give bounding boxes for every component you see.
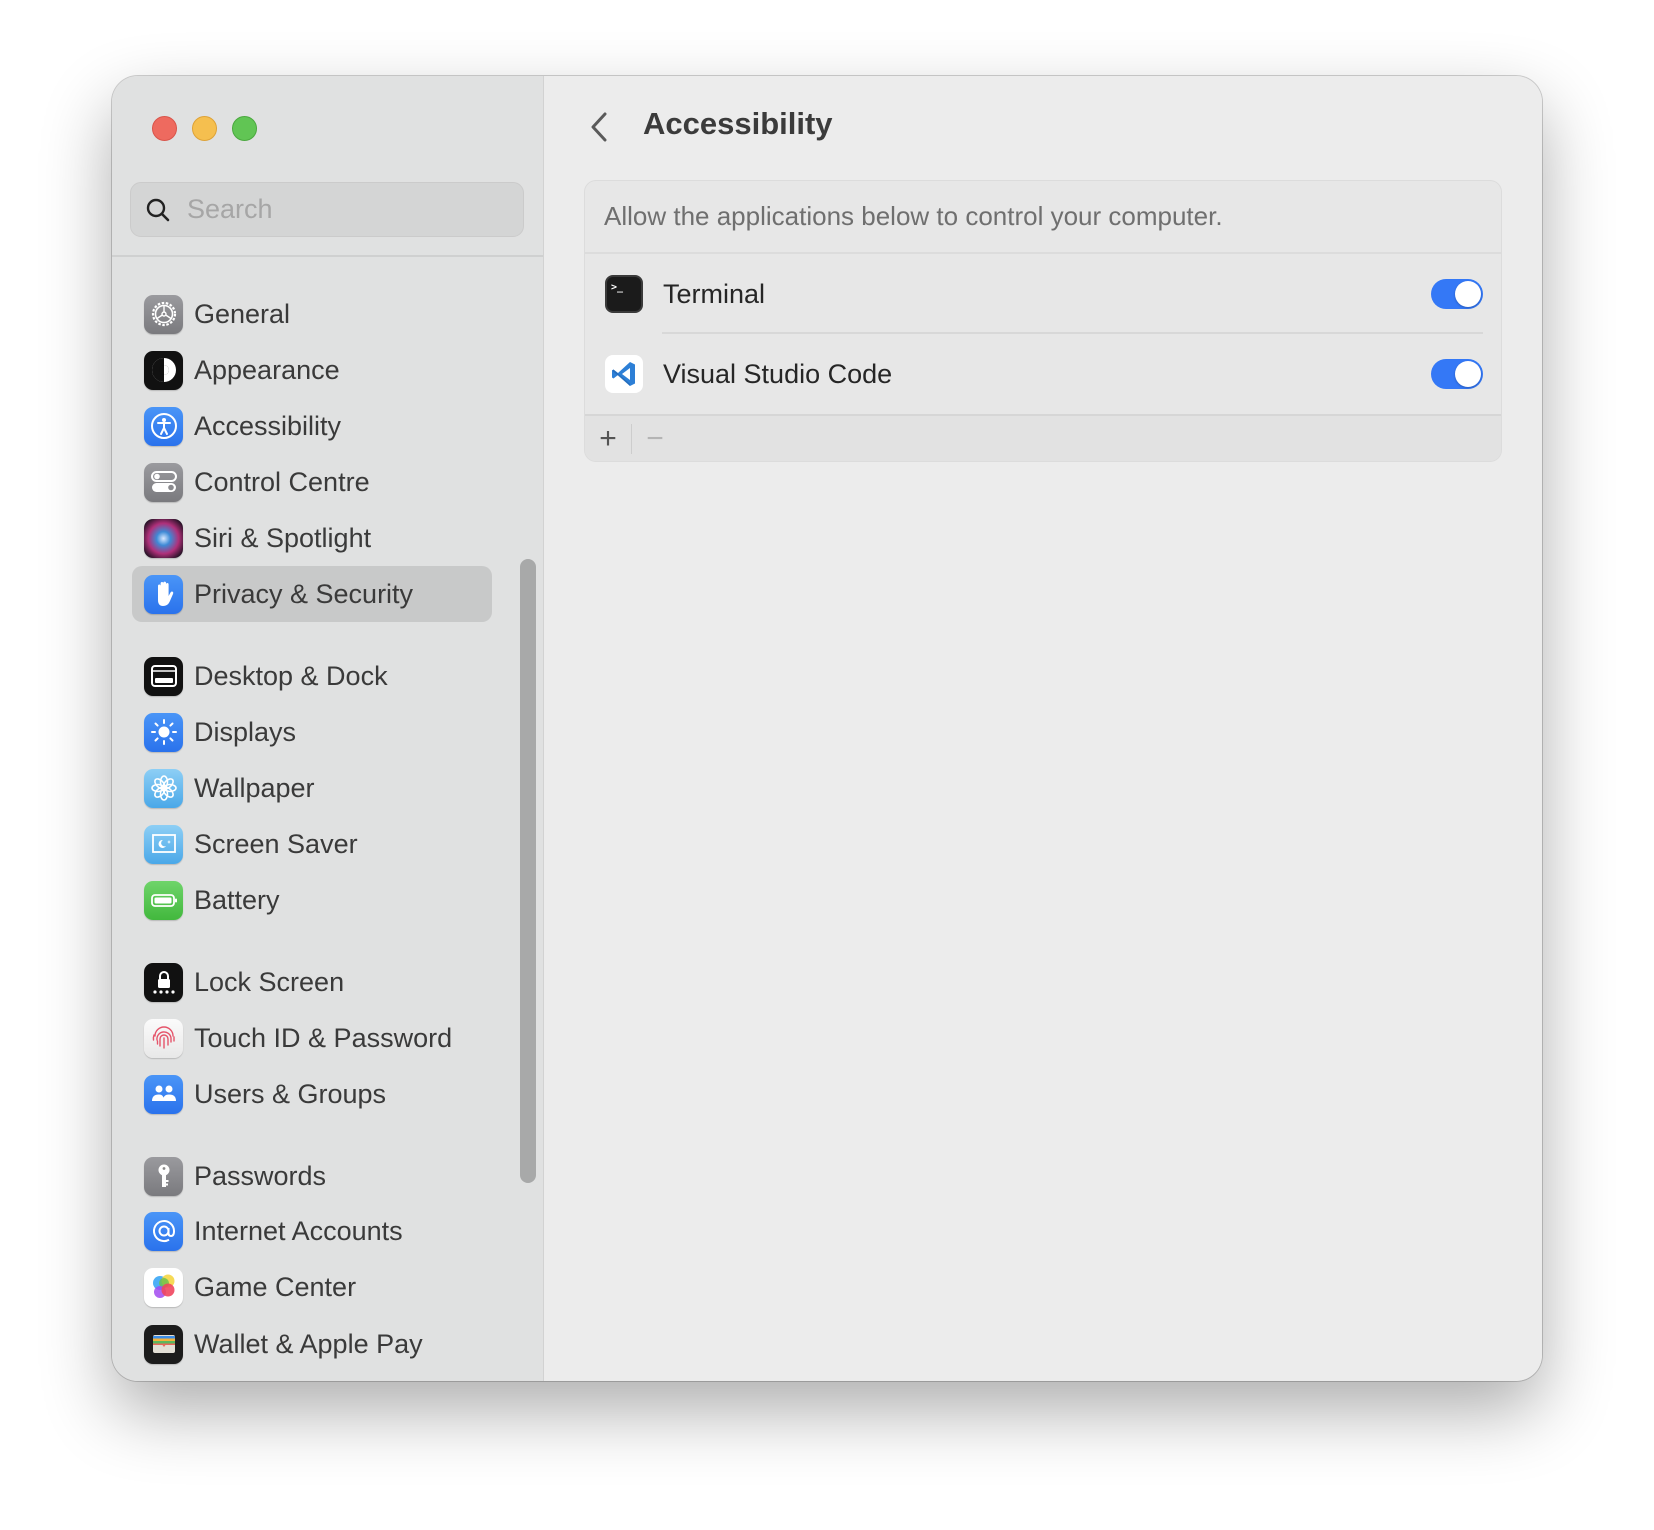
- flower-icon: [144, 768, 183, 808]
- sidebar-item-touch-id[interactable]: Touch ID & Password: [132, 1010, 492, 1066]
- sidebar-item-privacy-security[interactable]: Privacy & Security: [132, 566, 492, 622]
- sidebar-item-control-centre[interactable]: Control Centre: [132, 454, 492, 510]
- search-input[interactable]: [185, 193, 509, 226]
- app-name: Visual Studio Code: [663, 358, 893, 389]
- terminal-access-toggle[interactable]: [1431, 279, 1483, 309]
- close-button[interactable]: [152, 116, 177, 141]
- sidebar-item-label: Touch ID & Password: [194, 1022, 453, 1053]
- hand-icon: [144, 574, 183, 614]
- sidebar-item-label: Screen Saver: [194, 828, 358, 859]
- appearance-icon: [144, 350, 183, 390]
- sidebar-item-internet-accounts[interactable]: Internet Accounts: [132, 1203, 492, 1259]
- sidebar-item-screen-saver[interactable]: Screen Saver: [132, 816, 492, 872]
- sidebar-item-label: Control Centre: [194, 466, 370, 497]
- app-row-terminal: >_ Terminal: [585, 254, 1501, 334]
- sidebar-item-passwords[interactable]: Passwords: [132, 1148, 492, 1204]
- sidebar-item-label: Internet Accounts: [194, 1215, 403, 1246]
- sidebar-item-label: Appearance: [194, 354, 340, 385]
- sidebar-item-label: Lock Screen: [194, 966, 345, 997]
- sidebar-item-label: Siri & Spotlight: [194, 522, 372, 553]
- app-name: Terminal: [663, 278, 766, 309]
- wallet-icon: [144, 1324, 183, 1364]
- sun-icon: [144, 712, 183, 752]
- fingerprint-icon: [144, 1018, 183, 1058]
- dock-icon: [144, 656, 183, 696]
- screensaver-icon: [144, 824, 183, 864]
- sidebar-item-wallpaper[interactable]: Wallpaper: [132, 760, 492, 816]
- sidebar-item-accessibility[interactable]: Accessibility: [132, 398, 492, 454]
- siri-icon: [144, 518, 183, 558]
- search-field[interactable]: [130, 182, 524, 237]
- sidebar-item-siri-spotlight[interactable]: Siri & Spotlight: [132, 510, 492, 566]
- sidebar-item-label: General: [194, 298, 291, 329]
- sidebar-item-users-groups[interactable]: Users & Groups: [132, 1066, 492, 1122]
- terminal-icon: >_: [605, 275, 643, 313]
- sidebar-item-label: Desktop & Dock: [194, 660, 388, 691]
- sidebar-item-label: Battery: [194, 884, 280, 915]
- sidebar-item-displays[interactable]: Displays: [132, 704, 492, 760]
- sidebar-item-game-center[interactable]: Game Center: [132, 1259, 492, 1315]
- sidebar-scrollbar[interactable]: [520, 559, 536, 1183]
- add-app-button[interactable]: +: [585, 416, 631, 461]
- sidebar-item-lock-screen[interactable]: Lock Screen: [132, 954, 492, 1010]
- sidebar-item-label: Wallpaper: [194, 772, 315, 803]
- sidebar-item-label: Privacy & Security: [194, 578, 414, 609]
- permissions-description: Allow the applications below to control …: [585, 181, 1501, 254]
- vscode-icon: [605, 355, 643, 393]
- remove-app-button[interactable]: −: [632, 416, 678, 461]
- sidebar-item-desktop-dock[interactable]: Desktop & Dock: [132, 648, 492, 704]
- sidebar-item-battery[interactable]: Battery: [132, 872, 492, 928]
- list-footer: + −: [585, 414, 1501, 461]
- page-title: Accessibility: [643, 106, 833, 141]
- sidebar-item-label: Wallet & Apple Pay: [194, 1328, 423, 1359]
- lock-icon: [144, 962, 183, 1002]
- sidebar-item-label: Users & Groups: [194, 1078, 387, 1109]
- svg-text:>_: >_: [611, 282, 624, 293]
- control-centre-icon: [144, 462, 183, 502]
- sidebar: General Appearance Accessibility Control…: [112, 76, 544, 1381]
- gear-icon: [144, 294, 183, 334]
- sidebar-item-wallet[interactable]: Wallet & Apple Pay: [132, 1316, 492, 1372]
- sidebar-item-label: Passwords: [194, 1160, 327, 1191]
- at-icon: [144, 1211, 183, 1251]
- sidebar-divider: [112, 255, 543, 257]
- back-button[interactable]: [584, 110, 614, 144]
- sidebar-item-label: Displays: [194, 716, 297, 747]
- system-settings-window: General Appearance Accessibility Control…: [112, 76, 1542, 1381]
- vscode-access-toggle[interactable]: [1431, 359, 1483, 389]
- minimize-button[interactable]: [192, 116, 217, 141]
- game-center-icon: [144, 1267, 183, 1307]
- battery-icon: [144, 880, 183, 920]
- sidebar-item-label: Accessibility: [194, 410, 342, 441]
- users-icon: [144, 1074, 183, 1114]
- main-pane: Accessibility Allow the applications bel…: [544, 76, 1542, 1381]
- accessibility-icon: [144, 406, 183, 446]
- chevron-left-icon: [591, 112, 607, 142]
- app-row-vscode: Visual Studio Code: [585, 334, 1501, 414]
- search-icon: [146, 198, 170, 221]
- sidebar-item-general[interactable]: General: [132, 286, 492, 342]
- sidebar-item-label: Game Center: [194, 1271, 357, 1302]
- sidebar-item-appearance[interactable]: Appearance: [132, 342, 492, 398]
- key-icon: [144, 1156, 183, 1196]
- app-permissions-list: Allow the applications below to control …: [584, 180, 1502, 462]
- zoom-button[interactable]: [232, 116, 257, 141]
